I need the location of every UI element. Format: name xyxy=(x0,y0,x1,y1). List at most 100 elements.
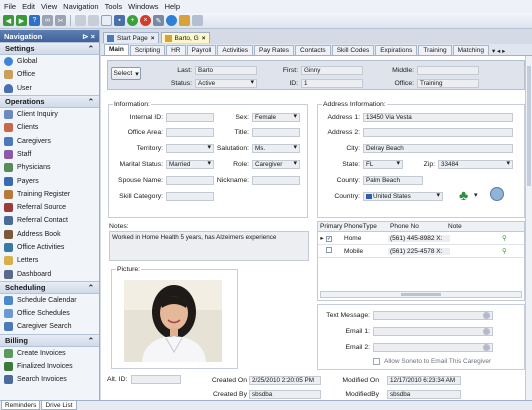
phone-type-cell[interactable]: Mobile xyxy=(342,248,388,255)
collapse-icon[interactable]: ⌃ xyxy=(88,97,94,106)
select-button[interactable]: Select ▾ xyxy=(111,67,141,80)
nav-item-schedule-calendar[interactable]: Schedule Calendar xyxy=(0,294,99,307)
menu-edit[interactable]: Edit xyxy=(22,2,35,11)
window-icon[interactable] xyxy=(192,15,203,26)
nav-item-letters[interactable]: Letters xyxy=(0,254,99,267)
spouse-name-field[interactable] xyxy=(166,176,214,185)
nav-section-scheduling[interactable]: Scheduling ⌃ xyxy=(0,280,99,294)
address1-field[interactable]: 13450 Via Vesta xyxy=(363,113,513,122)
send-text-icon[interactable] xyxy=(483,312,490,319)
forward-icon[interactable]: ▶ xyxy=(16,15,27,26)
nav-item-client-inquiry[interactable]: Client Inquiry xyxy=(0,108,99,121)
tab-reminders[interactable]: Reminders xyxy=(1,401,41,410)
collapse-icon[interactable]: ⌃ xyxy=(88,336,94,345)
nav-section-billing[interactable]: Billing ⌃ xyxy=(0,333,99,347)
nav-item-caregiver-search[interactable]: Caregiver Search xyxy=(0,320,99,333)
tab-main[interactable]: Main xyxy=(104,44,129,55)
tab-matching[interactable]: Matching xyxy=(452,45,489,55)
dial-icon[interactable]: ⚲ xyxy=(502,247,507,255)
nav-item-physicians[interactable]: Physicians xyxy=(0,161,99,174)
phone-number-cell[interactable]: (561) 225-4578 X: xyxy=(388,247,450,255)
tab-training[interactable]: Training xyxy=(418,45,452,55)
notes-field[interactable]: Worked in Home Health 5 years, has Alzei… xyxy=(109,231,309,261)
salutation-select[interactable]: Ms. xyxy=(252,144,300,153)
state-select[interactable]: FL xyxy=(363,160,403,169)
tab-drive-list[interactable]: Drive List xyxy=(41,401,77,410)
nav-item-referral-source[interactable]: Referral Source xyxy=(0,201,99,214)
send-email-icon[interactable] xyxy=(483,344,490,351)
menu-file[interactable]: File xyxy=(4,2,16,11)
tab-hr[interactable]: HR xyxy=(166,45,186,55)
map-lookup-icon[interactable] xyxy=(490,187,504,201)
nav-item-payers[interactable]: Payers xyxy=(0,174,99,187)
nav-item-office-schedules[interactable]: Office Schedules xyxy=(0,307,99,320)
last-name-field[interactable]: Barto xyxy=(195,66,257,75)
navigation-pin-close[interactable]: ⊳ × xyxy=(82,32,95,41)
zip-select[interactable]: 33484 xyxy=(438,160,513,169)
close-icon[interactable]: × xyxy=(202,35,206,42)
primary-checkbox[interactable] xyxy=(326,247,342,255)
delete-icon[interactable]: × xyxy=(140,15,151,26)
tab-scroll-arrows-icon[interactable]: ▾ ◂ ▸ xyxy=(492,47,505,55)
table-row[interactable]: Mobile (561) 225-4578 X: ⚲ xyxy=(318,245,524,258)
save-icon[interactable]: ▪ xyxy=(114,15,125,26)
menu-windows[interactable]: Windows xyxy=(128,2,158,11)
tab-contacts[interactable]: Contacts xyxy=(295,45,331,55)
role-select[interactable]: Caregiver xyxy=(252,160,300,169)
nav-item-user[interactable]: User xyxy=(0,82,99,95)
city-field[interactable]: Delray Beach xyxy=(363,144,513,153)
nav-section-settings[interactable]: Settings ⌃ xyxy=(0,42,99,55)
paste-icon[interactable] xyxy=(88,15,99,26)
nav-item-dashboard[interactable]: Dashboard xyxy=(0,267,99,280)
office-area-field[interactable] xyxy=(166,128,214,137)
county-field[interactable]: Palm Beach xyxy=(363,176,423,185)
territory-select[interactable] xyxy=(166,144,214,153)
doc-tab-caregiver[interactable]: Barto, G × xyxy=(160,32,210,43)
collapse-icon[interactable]: ⌃ xyxy=(88,283,94,292)
doc-tab-start-page[interactable]: Start Page × xyxy=(103,32,159,43)
nav-item-office-activities[interactable]: Office Activities xyxy=(0,241,99,254)
skill-category-field[interactable] xyxy=(166,192,214,201)
marital-status-select[interactable]: Married xyxy=(166,160,214,169)
scrollbar-thumb[interactable] xyxy=(527,66,531,186)
globe-icon[interactable] xyxy=(166,15,177,26)
back-icon[interactable]: ◀ xyxy=(3,15,14,26)
nav-item-staff[interactable]: Staff xyxy=(0,148,99,161)
nav-item-global[interactable]: Global xyxy=(0,55,99,68)
collapse-icon[interactable]: ⌃ xyxy=(88,44,94,53)
menu-tools[interactable]: Tools xyxy=(105,2,123,11)
horizontal-scrollbar[interactable] xyxy=(320,291,522,298)
nav-item-finalized-invoices[interactable]: Finalized Invoices xyxy=(0,360,99,373)
menu-help[interactable]: Help xyxy=(165,2,180,11)
nav-item-caregivers[interactable]: Caregivers xyxy=(0,134,99,147)
nav-section-operations[interactable]: Operations ⌃ xyxy=(0,94,99,108)
link-icon[interactable]: ∞ xyxy=(42,15,53,26)
tab-pay-rates[interactable]: Pay Rates xyxy=(254,45,295,55)
dial-icon[interactable]: ⚲ xyxy=(502,234,507,242)
nav-item-address-book[interactable]: Address Book xyxy=(0,228,99,241)
tab-expirations[interactable]: Expirations xyxy=(375,45,418,55)
table-row[interactable]: ▸ ✓ Home (561) 445-8982 X: ⚲ xyxy=(318,232,524,245)
email2-field[interactable] xyxy=(373,343,493,352)
folder-icon[interactable] xyxy=(179,15,190,26)
menu-view[interactable]: View xyxy=(41,2,57,11)
title-field[interactable] xyxy=(252,128,300,137)
tab-skill-codes[interactable]: Skill Codes xyxy=(331,45,375,55)
email1-field[interactable] xyxy=(373,327,493,336)
nav-item-create-invoices[interactable]: Create Invoices xyxy=(0,347,99,360)
nav-item-search-invoices[interactable]: Search Invoices xyxy=(0,373,99,386)
help-icon[interactable]: ? xyxy=(29,15,40,26)
nav-item-training-register[interactable]: Training Register xyxy=(0,188,99,201)
phone-number-cell[interactable]: (561) 445-8982 X: xyxy=(388,234,450,242)
nav-item-clients[interactable]: Clients xyxy=(0,121,99,134)
country-select[interactable]: United States xyxy=(363,192,443,201)
primary-checkbox[interactable]: ✓ xyxy=(326,235,342,242)
address2-field[interactable] xyxy=(363,128,513,137)
tab-scripting[interactable]: Scripting xyxy=(129,45,166,55)
nav-item-referral-contact[interactable]: Referral Contact xyxy=(0,214,99,227)
first-name-field[interactable]: Ginny xyxy=(301,66,363,75)
scrollbar-thumb[interactable] xyxy=(401,293,441,296)
allow-email-checkbox[interactable] xyxy=(373,358,380,365)
chevron-down-icon[interactable]: ▾ xyxy=(474,191,478,199)
sex-select[interactable]: Female xyxy=(252,113,300,122)
